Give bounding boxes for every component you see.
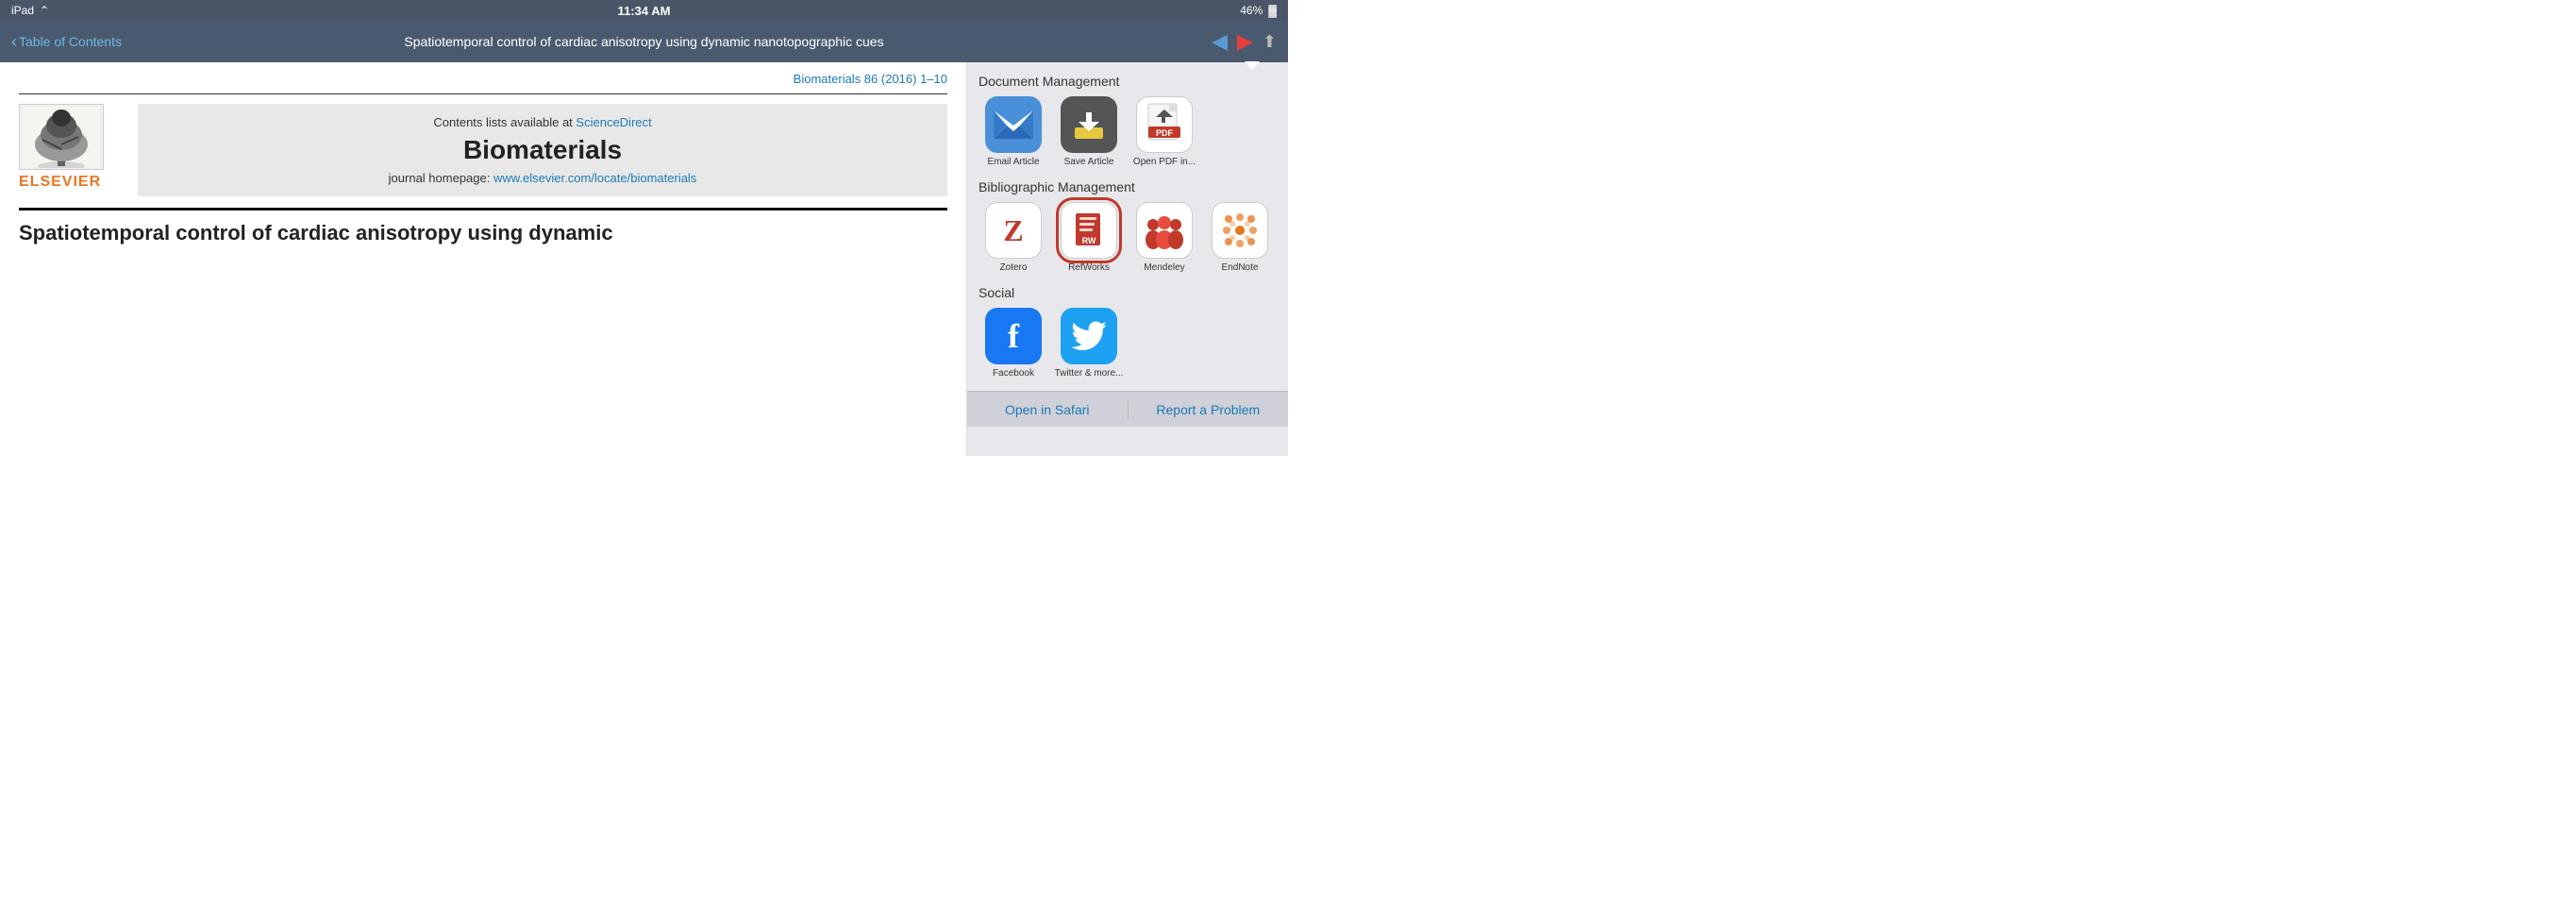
journal-homepage: journal homepage: www.elsevier.com/locat… — [153, 171, 932, 185]
nav-bar: ‹ Table of Contents Spatiotemporal contr… — [0, 21, 1288, 62]
open-safari-button[interactable]: Open in Safari — [967, 395, 1128, 425]
mendeley-icon-svg — [1144, 211, 1185, 249]
email-icon-svg — [994, 110, 1033, 139]
homepage-link[interactable]: www.elsevier.com/locate/biomaterials — [493, 171, 696, 185]
journal-name: Biomaterials — [153, 135, 932, 165]
social-grid: f Facebook Twitter & more... — [979, 308, 1277, 380]
mendeley-icon-box — [1136, 202, 1193, 259]
twitter-bird-svg — [1071, 321, 1107, 351]
elsevier-tree-image — [19, 104, 104, 170]
nav-caret — [1245, 61, 1260, 70]
back-button[interactable]: ‹ Table of Contents — [11, 32, 122, 52]
mendeley-item[interactable]: Mendeley — [1129, 202, 1199, 274]
elsevier-text: ELSEVIER — [19, 174, 123, 191]
status-left: iPad ⌃ — [11, 4, 49, 17]
doc-management-grid: Email Article Save Article — [979, 96, 1277, 168]
article-paper-title: Spatiotemporal control of cardiac anisot… — [19, 220, 947, 247]
pdf-icon-svg: PDF — [1145, 102, 1184, 147]
status-right: 46% ▓ — [1240, 4, 1277, 17]
twitter-icon-box — [1061, 308, 1117, 364]
journal-contents: Contents lists available at ScienceDirec… — [153, 115, 932, 129]
article-area: Biomaterials 86 (2016) 1–10 — [0, 62, 967, 456]
zotero-label: Zotero — [1000, 262, 1028, 274]
homepage-label: journal homepage: — [389, 171, 491, 185]
email-icon-box — [985, 96, 1042, 153]
endnote-icon-box — [1212, 202, 1268, 259]
device-label: iPad — [11, 4, 34, 17]
nav-share-icon[interactable]: ⬆ — [1263, 32, 1277, 52]
social-title: Social — [979, 285, 1277, 300]
article-top-divider — [19, 93, 947, 94]
facebook-icon-box: f — [985, 308, 1042, 364]
svg-text:PDF: PDF — [1156, 128, 1174, 138]
endnote-label: EndNote — [1222, 262, 1259, 274]
pdf-icon-box: PDF — [1136, 96, 1193, 153]
nav-actions: ◀ ▶ ⬆ — [1212, 29, 1277, 54]
facebook-label: Facebook — [993, 368, 1034, 380]
chevron-left-icon: ‹ — [11, 32, 17, 52]
facebook-f-icon: f — [1008, 316, 1019, 356]
article-header: ELSEVIER Contents lists available at Sci… — [19, 104, 947, 196]
nav-title: Spatiotemporal control of cardiac anisot… — [404, 34, 883, 49]
battery-icon: ▓ — [1268, 4, 1277, 17]
sciencedirect-link[interactable]: ScienceDirect — [576, 115, 651, 129]
save-icon-svg — [1069, 105, 1109, 144]
main-layout: Biomaterials 86 (2016) 1–10 — [0, 62, 1288, 456]
zotero-item[interactable]: Z Zotero — [979, 202, 1048, 274]
zotero-icon-box: Z — [985, 202, 1042, 259]
open-pdf-item[interactable]: PDF Open PDF in... — [1129, 96, 1199, 168]
thick-divider — [19, 208, 947, 211]
twitter-item[interactable]: Twitter & more... — [1054, 308, 1124, 380]
save-label: Save Article — [1064, 157, 1114, 168]
svg-text:RW: RW — [1082, 236, 1096, 245]
pdf-label: Open PDF in... — [1133, 157, 1196, 168]
back-label: Table of Contents — [19, 34, 122, 49]
tree-svg — [24, 107, 99, 168]
status-time: 11:34 AM — [618, 4, 671, 18]
elsevier-logo-area: ELSEVIER — [19, 104, 123, 191]
bib-management-grid: Z Zotero RW RefWorks — [979, 202, 1277, 274]
bottom-action-bar: Open in Safari Report a Problem — [967, 391, 1288, 427]
article-journal-info: Contents lists available at ScienceDirec… — [138, 104, 947, 196]
endnote-item[interactable]: EndNote — [1205, 202, 1275, 274]
refworks-label: RefWorks — [1068, 262, 1110, 274]
nav-next-icon[interactable]: ▶ — [1237, 29, 1253, 54]
status-bar: iPad ⌃ 11:34 AM 46% ▓ — [0, 0, 1288, 21]
save-article-item[interactable]: Save Article — [1054, 96, 1124, 168]
save-icon-box — [1061, 96, 1117, 153]
endnote-icon-svg — [1219, 210, 1261, 251]
right-panel: Document Management Email Article — [967, 62, 1288, 456]
refworks-item[interactable]: RW RefWorks — [1054, 202, 1124, 274]
email-label: Email Article — [987, 157, 1039, 168]
wifi-icon: ⌃ — [40, 4, 49, 17]
twitter-label: Twitter & more... — [1055, 368, 1124, 380]
zotero-z: Z — [1003, 213, 1023, 248]
nav-prev-icon[interactable]: ◀ — [1212, 29, 1228, 54]
article-citation: Biomaterials 86 (2016) 1–10 — [19, 72, 947, 86]
refworks-icon-box: RW — [1061, 202, 1117, 259]
bib-management-title: Bibliographic Management — [979, 179, 1277, 194]
refworks-icon-svg: RW — [1070, 210, 1108, 251]
doc-management-title: Document Management — [979, 74, 1277, 89]
contents-text: Contents lists available at — [433, 115, 572, 129]
email-article-item[interactable]: Email Article — [979, 96, 1048, 168]
battery-label: 46% — [1240, 4, 1263, 17]
report-problem-button[interactable]: Report a Problem — [1129, 395, 1289, 425]
facebook-item[interactable]: f Facebook — [979, 308, 1048, 380]
mendeley-label: Mendeley — [1144, 262, 1184, 274]
